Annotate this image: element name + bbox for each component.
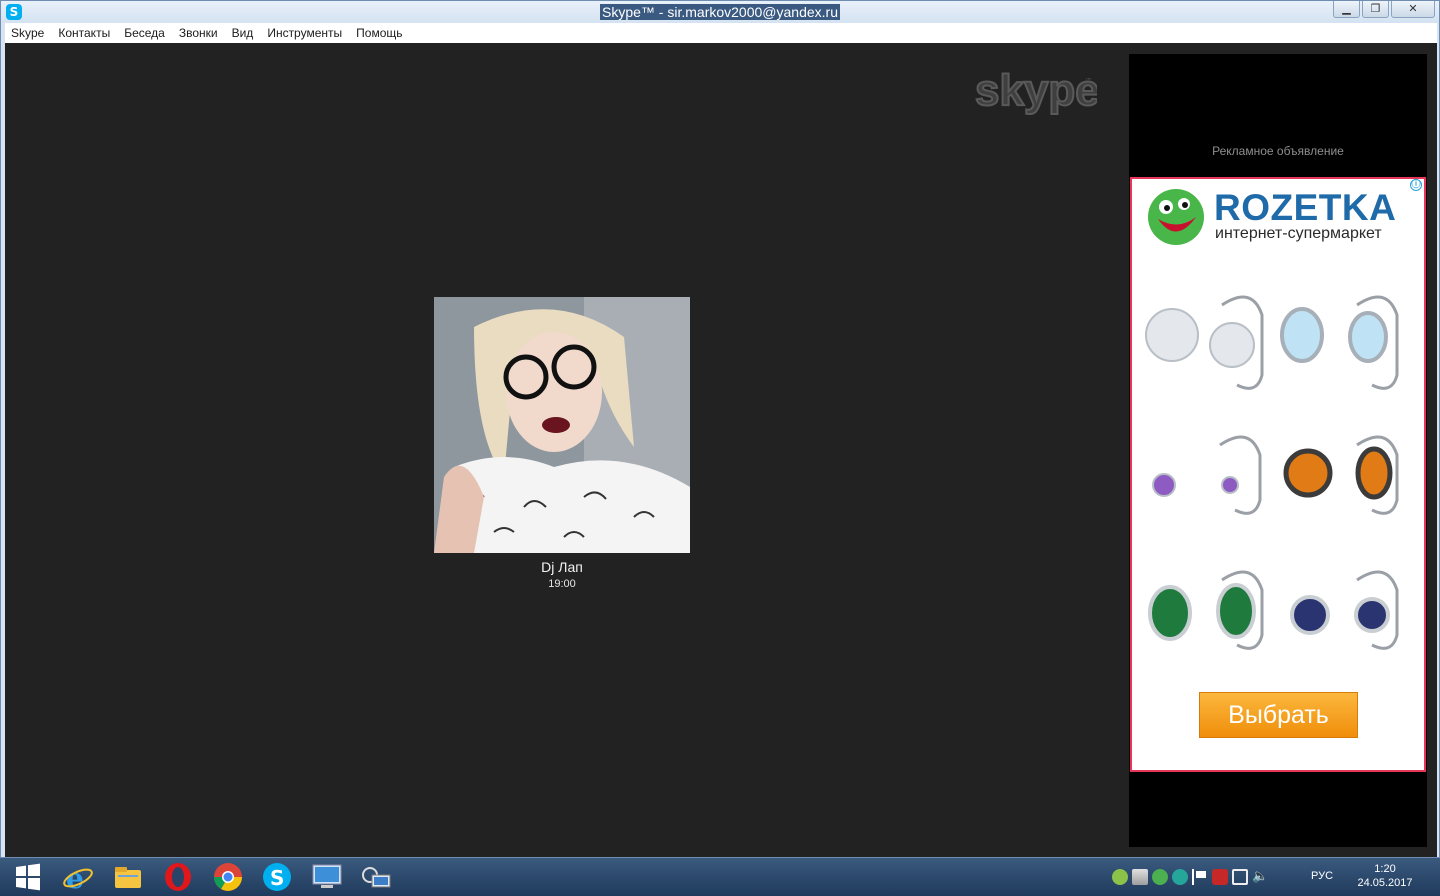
- skype-watermark-text: skype: [975, 66, 1097, 115]
- computer-icon[interactable]: [311, 861, 343, 893]
- ad-panel: Рекламное объявление ⓘ ROZETKA интернет-…: [1129, 54, 1427, 847]
- window-controls: ▁ ❐ ✕: [1333, 1, 1435, 18]
- system-tray: 🔈: [1112, 869, 1268, 885]
- skype-watermark-logo: skype ™: [974, 65, 1097, 116]
- tray-app-icon[interactable]: [1112, 869, 1128, 885]
- opera-icon[interactable]: [162, 861, 194, 893]
- window-title: Skype™ - sir.markov2000@yandex.ru: [1, 4, 1439, 20]
- menu-bar: Skype Контакты Беседа Звонки Вид Инструм…: [5, 23, 1437, 43]
- menu-help[interactable]: Помощь: [356, 26, 402, 40]
- windows-start-icon[interactable]: [12, 861, 44, 893]
- choose-button[interactable]: Выбрать: [1199, 692, 1358, 738]
- tray-browser-icon[interactable]: [1172, 869, 1188, 885]
- skype-window: S Skype™ - sir.markov2000@yandex.ru ▁ ❐ …: [0, 0, 1440, 858]
- window-title-text: Skype™ - sir.markov2000@yandex.ru: [600, 4, 840, 20]
- tray-volume-icon[interactable]: 🔈: [1252, 869, 1268, 885]
- menu-skype[interactable]: Skype: [11, 26, 44, 40]
- rozetka-brand: ROZETKA: [1214, 187, 1397, 228]
- maximize-button[interactable]: ❐: [1362, 1, 1389, 18]
- menu-contacts[interactable]: Контакты: [58, 26, 110, 40]
- clock-date: 24.05.2017: [1357, 877, 1413, 889]
- skype-icon[interactable]: S: [261, 861, 293, 893]
- rozetka-tagline: интернет-супермаркет: [1215, 225, 1382, 242]
- language-indicator[interactable]: РУС: [1311, 870, 1333, 882]
- menu-conversation[interactable]: Беседа: [124, 26, 165, 40]
- minimize-button[interactable]: ▁: [1333, 1, 1360, 18]
- ad-info-icon[interactable]: ⓘ: [1410, 179, 1422, 191]
- menu-tools[interactable]: Инструменты: [267, 26, 342, 40]
- avatar-image: [434, 297, 690, 553]
- file-explorer-icon[interactable]: [112, 861, 144, 893]
- earrings-product-image: [1145, 295, 1399, 650]
- taskbar: e S 🔈 РУС 1:20 24.05.2017: [0, 858, 1440, 896]
- menu-calls[interactable]: Звонки: [179, 26, 218, 40]
- rozetka-smiley-icon: [1148, 189, 1204, 245]
- tray-flag-icon[interactable]: [1192, 869, 1208, 885]
- contact-name: Dj Лап: [541, 559, 583, 575]
- rozetka-ad[interactable]: ⓘ ROZETKA интернет-супермаркет Выбрать: [1130, 177, 1426, 772]
- contact-avatar[interactable]: [434, 297, 690, 553]
- camera-recorder-icon[interactable]: [360, 861, 392, 893]
- close-button[interactable]: ✕: [1391, 1, 1435, 18]
- svg-text:S: S: [270, 866, 284, 890]
- title-bar[interactable]: S Skype™ - sir.markov2000@yandex.ru ▁ ❐ …: [1, 1, 1439, 23]
- call-time: 19:00: [548, 578, 576, 590]
- menu-view[interactable]: Вид: [232, 26, 254, 40]
- internet-explorer-icon[interactable]: e: [62, 861, 94, 893]
- clock-time: 1:20: [1374, 863, 1396, 875]
- taskbar-clock[interactable]: 1:20 24.05.2017: [1352, 862, 1418, 890]
- chrome-icon[interactable]: [212, 861, 244, 893]
- tray-monitor-icon[interactable]: [1232, 869, 1248, 885]
- tray-vpn-icon[interactable]: [1152, 869, 1168, 885]
- ad-label: Рекламное объявление: [1212, 144, 1344, 158]
- tray-security-icon[interactable]: [1212, 869, 1228, 885]
- call-area: skype ™ Dj Лап 19:00 Рекламное объявлени…: [5, 43, 1437, 857]
- svg-text:™: ™: [1085, 77, 1092, 85]
- tray-network-icon[interactable]: [1132, 869, 1148, 885]
